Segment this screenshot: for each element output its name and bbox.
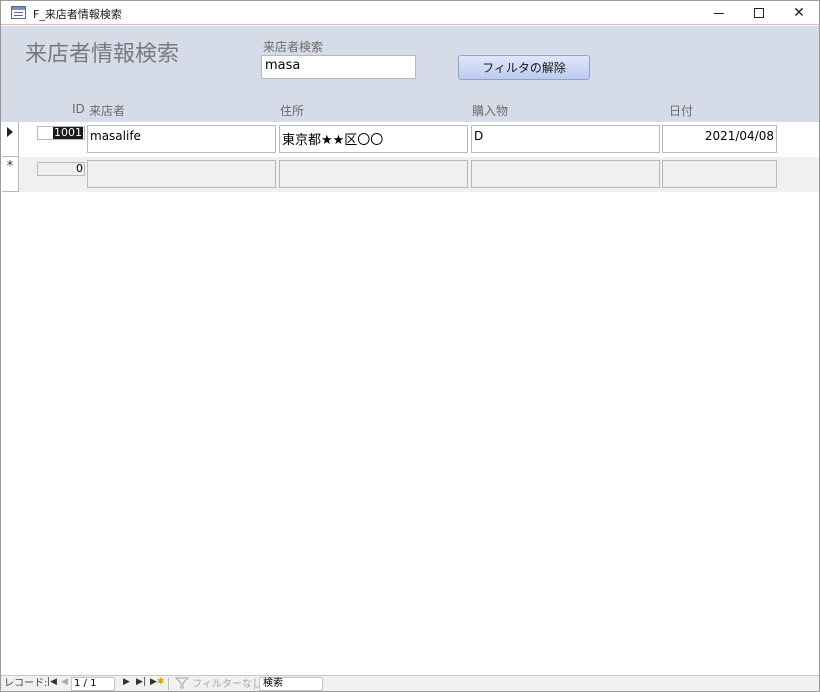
new-date-field[interactable] <box>662 160 777 188</box>
column-header-id: ID <box>72 102 85 116</box>
new-visitor-field[interactable] <box>87 160 276 188</box>
column-header-date: 日付 <box>669 104 694 118</box>
maximize-icon <box>754 8 764 18</box>
status-search-input[interactable]: 検索 <box>259 677 323 691</box>
close-button[interactable]: ✕ <box>779 1 819 25</box>
close-icon: ✕ <box>793 5 805 21</box>
column-header-purchase: 購入物 <box>472 104 509 118</box>
clear-filter-button[interactable]: フィルタの解除 <box>458 55 590 80</box>
new-record-selector[interactable]: * <box>2 157 19 192</box>
new-record-row: 0 <box>19 157 819 192</box>
new-address-field[interactable] <box>279 160 468 188</box>
filter-status-text: フィルターなし <box>192 679 262 690</box>
column-header-address: 住所 <box>280 104 305 118</box>
new-record-asterisk-icon: * <box>6 159 14 174</box>
record-label: レコード: <box>4 678 48 689</box>
access-form-window: F_来店者情報検索 ✕ 来店者情報検索 来店者検索 masa フィルタの解除 I… <box>0 0 820 692</box>
first-record-icon[interactable]: |◀ <box>47 677 57 687</box>
visitor-field[interactable]: masalife <box>87 125 276 153</box>
status-divider <box>254 678 255 690</box>
new-id-field[interactable]: 0 <box>37 162 85 176</box>
column-header-visitor: 来店者 <box>89 104 126 118</box>
form-icon <box>11 6 26 19</box>
address-field[interactable]: 東京都★★区〇〇 <box>279 125 468 153</box>
form-title: 来店者情報検索 <box>25 42 180 67</box>
last-record-icon[interactable]: ▶| <box>136 677 146 687</box>
title-bar: F_来店者情報検索 ✕ <box>1 1 819 25</box>
minimize-icon <box>714 12 724 14</box>
current-record-arrow-icon <box>7 127 13 137</box>
date-field[interactable]: 2021/04/08 <box>662 125 777 153</box>
record-selector[interactable] <box>2 122 19 157</box>
filter-status[interactable]: フィルターなし <box>174 677 262 691</box>
next-record-icon[interactable]: ▶ <box>123 677 130 687</box>
minimize-button[interactable] <box>699 1 739 25</box>
search-label: 来店者検索 <box>263 40 324 54</box>
new-purchase-field[interactable] <box>471 160 660 188</box>
id-value: 1001 <box>53 126 83 139</box>
visitor-search-input[interactable]: masa <box>261 55 416 79</box>
record-navigation-bar: レコード: |◀ ◀ 1 / 1 ▶ ▶| ▶✱ フィルターなし 検索 <box>1 675 819 691</box>
purchase-field[interactable]: D <box>471 125 660 153</box>
current-record-input[interactable]: 1 / 1 <box>71 677 115 691</box>
window-title: F_来店者情報検索 <box>33 8 122 21</box>
new-record-icon[interactable]: ▶✱ <box>150 677 164 687</box>
table-row: 1001 masalife 東京都★★区〇〇 D 2021/04/08 <box>19 122 819 157</box>
status-divider <box>168 678 169 690</box>
form-header: 来店者情報検索 来店者検索 masa フィルタの解除 ID 来店者 住所 購入物… <box>1 26 819 122</box>
filter-icon <box>174 677 190 689</box>
maximize-button[interactable] <box>739 1 779 25</box>
previous-record-icon[interactable]: ◀ <box>61 677 68 687</box>
id-field[interactable]: 1001 <box>37 126 85 140</box>
